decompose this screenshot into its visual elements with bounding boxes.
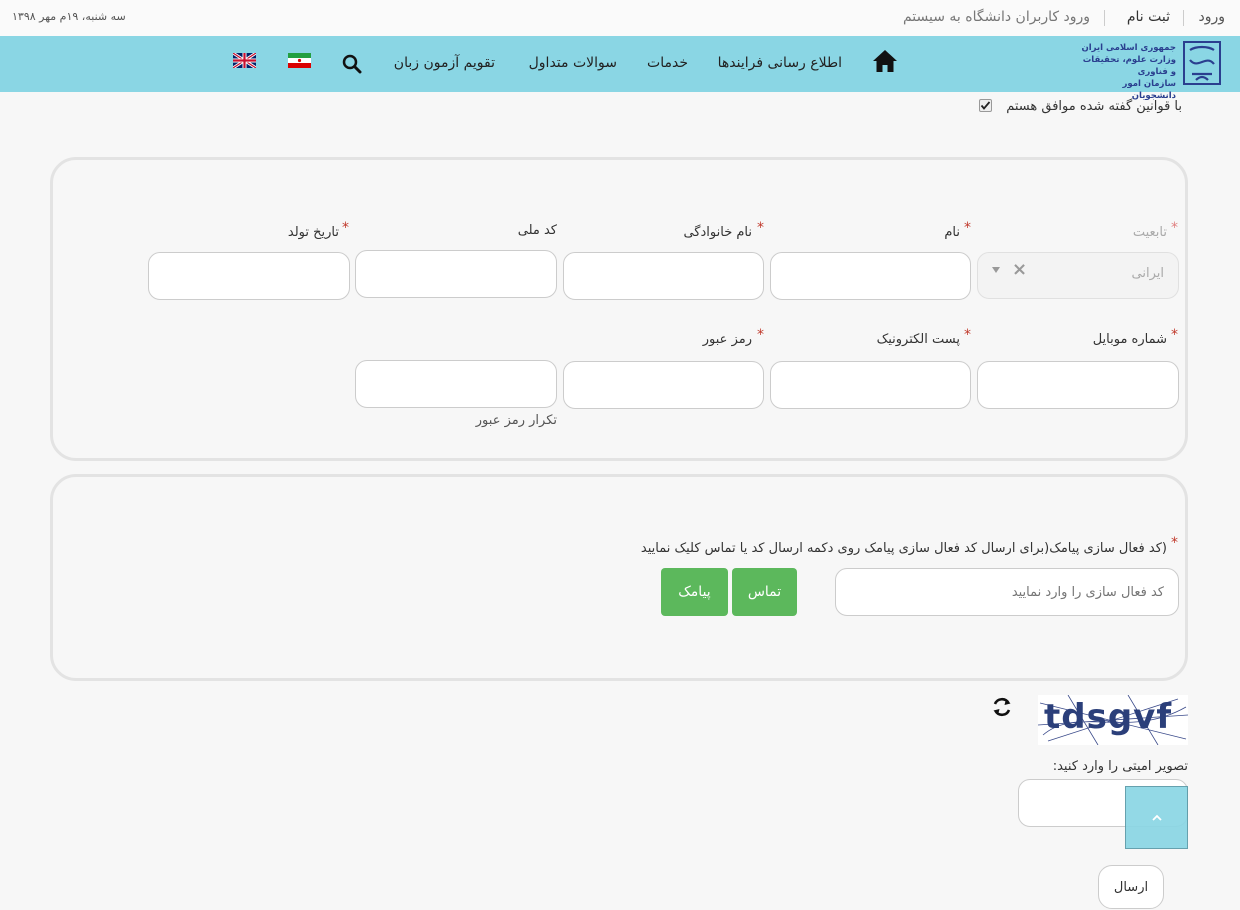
nav-item-services[interactable]: خدمات — [647, 55, 688, 71]
activation-label: (کد فعال سازی پیامک(برای ارسال کد فعال س… — [640, 541, 1167, 556]
personal-info-panel — [50, 157, 1188, 461]
nationality-select[interactable]: ایرانی × — [977, 252, 1179, 299]
nationality-selected-value: ایرانی — [1131, 266, 1164, 281]
top-separator — [1183, 10, 1184, 26]
email-label: پست الکترونیک — [876, 332, 960, 347]
required-star: * — [964, 327, 971, 343]
flag-iran-icon[interactable] — [288, 53, 311, 68]
captcha-image: tdsgvf — [1038, 695, 1188, 745]
current-date: سه شنبه، ۱۹م مهر ۱۳۹۸ — [12, 10, 126, 23]
mobile-input[interactable] — [977, 361, 1179, 409]
sms-button[interactable]: پیامک — [661, 568, 728, 616]
chevron-down-icon[interactable] — [992, 267, 1000, 273]
nav-item-language-exam-calendar[interactable]: تقویم آزمون زبان — [394, 55, 495, 71]
birth-date-input[interactable] — [148, 252, 350, 300]
national-code-label: کد ملی — [517, 223, 557, 238]
captcha-text: tdsgvf — [1044, 697, 1173, 737]
submit-button[interactable]: ارسال — [1098, 865, 1164, 909]
chevron-up-icon — [1151, 814, 1162, 821]
email-input[interactable] — [770, 361, 971, 409]
top-bar: ورود ثبت نام ورود کاربران دانشگاه به سیس… — [0, 0, 1240, 36]
agree-checkbox[interactable] — [979, 99, 992, 112]
logo-icon[interactable] — [1182, 40, 1222, 86]
home-icon[interactable] — [872, 49, 898, 73]
first-name-label: نام — [944, 225, 960, 240]
agree-label: با قوانین گفته شده موافق هستم — [1006, 99, 1182, 114]
password-label: رمز عبور — [702, 332, 752, 347]
main-nav: جمهوری اسلامی ایران وزارت علوم، تحقیقات … — [0, 36, 1240, 101]
top-separator — [1104, 10, 1105, 26]
last-name-input[interactable] — [563, 252, 764, 300]
required-star: * — [757, 220, 764, 236]
search-icon[interactable] — [342, 54, 362, 74]
register-link[interactable]: ثبت نام — [1127, 9, 1170, 25]
required-star: * — [964, 220, 971, 236]
required-star: * — [1171, 327, 1178, 343]
nav-item-faq[interactable]: سوالات متداول — [529, 55, 617, 71]
refresh-icon[interactable] — [990, 695, 1014, 719]
clear-icon[interactable]: × — [1012, 259, 1027, 280]
call-button[interactable]: تماس — [732, 568, 797, 616]
password-input[interactable] — [563, 361, 764, 409]
nav-item-process-info[interactable]: اطلاع رسانی فرایندها — [718, 55, 842, 71]
captcha-label: تصویر امیتی را وارد کنید: — [1052, 759, 1188, 774]
required-star: * — [1171, 535, 1178, 551]
activation-code-input[interactable] — [835, 568, 1179, 616]
logo-line-2: وزارت علوم، تحقیقات و فناوری — [1082, 55, 1176, 77]
university-login-link[interactable]: ورود کاربران دانشگاه به سیستم — [903, 9, 1090, 25]
logo-line-1: جمهوری اسلامی ایران — [1081, 43, 1176, 53]
flag-uk-icon[interactable] — [232, 51, 257, 70]
first-name-input[interactable] — [770, 252, 971, 300]
nationality-label: تابعیت — [1132, 225, 1167, 240]
mobile-label: شماره موبایل — [1092, 332, 1167, 347]
birth-date-label: تاریخ تولد — [287, 225, 339, 240]
login-link[interactable]: ورود — [1198, 9, 1225, 25]
national-code-input[interactable] — [355, 250, 557, 298]
required-star: * — [1171, 220, 1178, 236]
password-repeat-label: تکرار رمز عبور — [475, 413, 557, 428]
password-repeat-input[interactable] — [355, 360, 557, 408]
logo-text: جمهوری اسلامی ایران وزارت علوم، تحقیقات … — [1076, 42, 1176, 102]
required-star: * — [757, 327, 764, 343]
last-name-label: نام خانوادگی — [683, 225, 752, 240]
scroll-top-button[interactable] — [1125, 786, 1188, 849]
required-star: * — [342, 220, 349, 236]
